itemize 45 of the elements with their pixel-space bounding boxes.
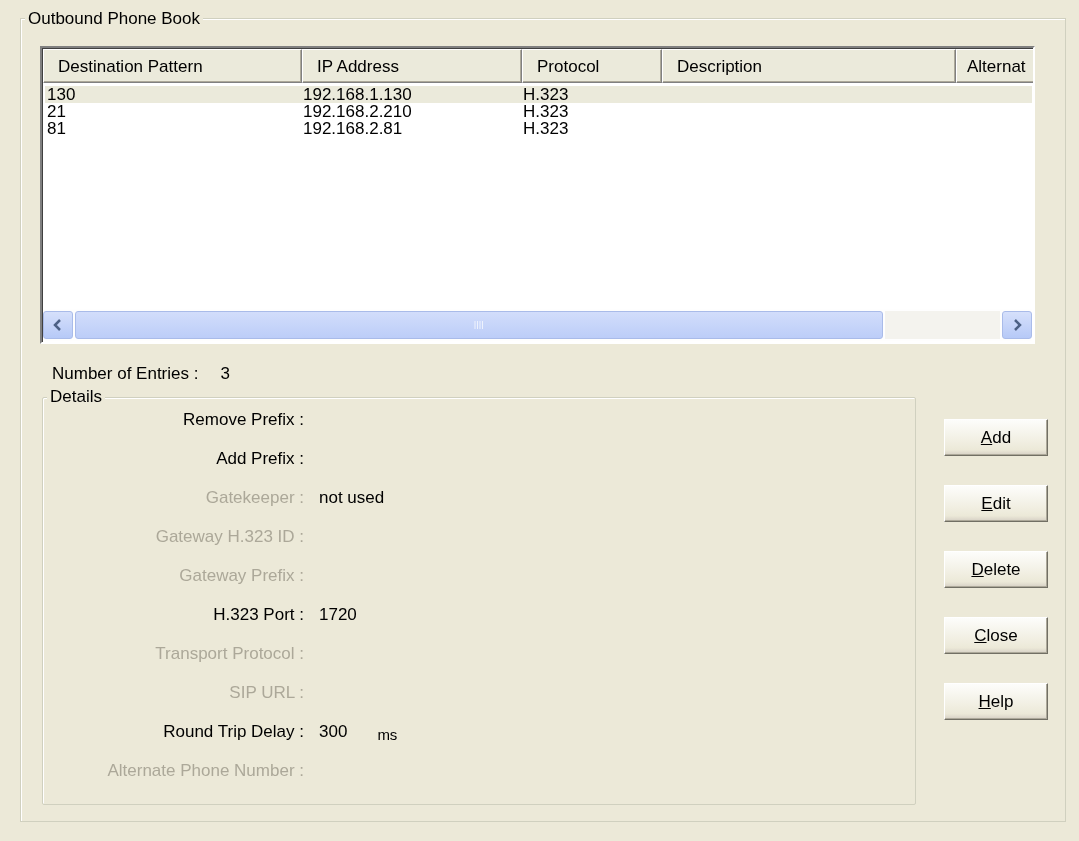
dialog-button[interactable]: Add — [944, 419, 1048, 456]
field-label: Alternate Phone Number : — [107, 761, 304, 780]
column-header[interactable]: IP Address — [302, 49, 522, 83]
field-label: Transport Protocol : — [155, 644, 304, 663]
grip-icon — [474, 320, 484, 330]
scroll-left-button[interactable] — [43, 311, 73, 339]
list-row[interactable]: 21 192.168.2.210 H.323 — [45, 103, 1032, 120]
chevron-left-icon — [53, 319, 63, 331]
field-label: Gateway Prefix : — [179, 566, 304, 585]
field-label: Gateway H.323 ID : — [155, 527, 304, 546]
field-label: Add Prefix : — [216, 449, 304, 468]
list-row[interactable]: 130 192.168.1.130 H.323 — [45, 86, 1032, 103]
scroll-thumb[interactable] — [75, 311, 883, 339]
table-cell: 81 — [47, 119, 66, 138]
table-cell: 192.168.2.81 — [303, 119, 403, 138]
field-label: Remove Prefix : — [183, 410, 304, 429]
field-label: Round Trip Delay : — [163, 722, 304, 741]
field-label: H.323 Port : — [213, 605, 304, 624]
table-cell: 192.168.1.130 — [303, 85, 412, 104]
entries-label: Number of Entries : — [52, 363, 199, 385]
horizontal-scrollbar[interactable] — [43, 309, 1032, 341]
scroll-right-button[interactable] — [1002, 311, 1032, 339]
dialog-button[interactable]: Help — [944, 683, 1048, 720]
column-header[interactable]: Description — [662, 49, 956, 83]
field-value: not used — [319, 487, 385, 509]
entries-count: 3 — [220, 363, 230, 385]
list-row[interactable]: 81 192.168.2.81 H.323 — [45, 120, 1032, 137]
field-value: 1720 — [319, 604, 357, 626]
column-header[interactable]: Destination Pattern — [43, 49, 302, 83]
table-cell: H.323 — [523, 102, 569, 121]
column-header[interactable]: Protocol — [522, 49, 662, 83]
table-cell: 130 — [47, 85, 76, 104]
table-cell: H.323 — [523, 85, 569, 104]
unit-label: ms — [377, 725, 398, 745]
field-label: SIP URL : — [229, 683, 304, 702]
table-cell: 192.168.2.210 — [303, 102, 412, 121]
field-label: Gatekeeper : — [205, 488, 304, 507]
dialog-button[interactable]: Close — [944, 617, 1048, 654]
column-header[interactable]: Alternat — [956, 49, 1033, 83]
dialog-button[interactable]: Delete — [944, 551, 1048, 588]
table-cell: H.323 — [523, 119, 569, 138]
field-value: 300 — [319, 721, 348, 743]
chevron-right-icon — [1012, 319, 1022, 331]
dialog-button[interactable]: Edit — [944, 485, 1048, 522]
table-cell: 21 — [47, 102, 66, 121]
